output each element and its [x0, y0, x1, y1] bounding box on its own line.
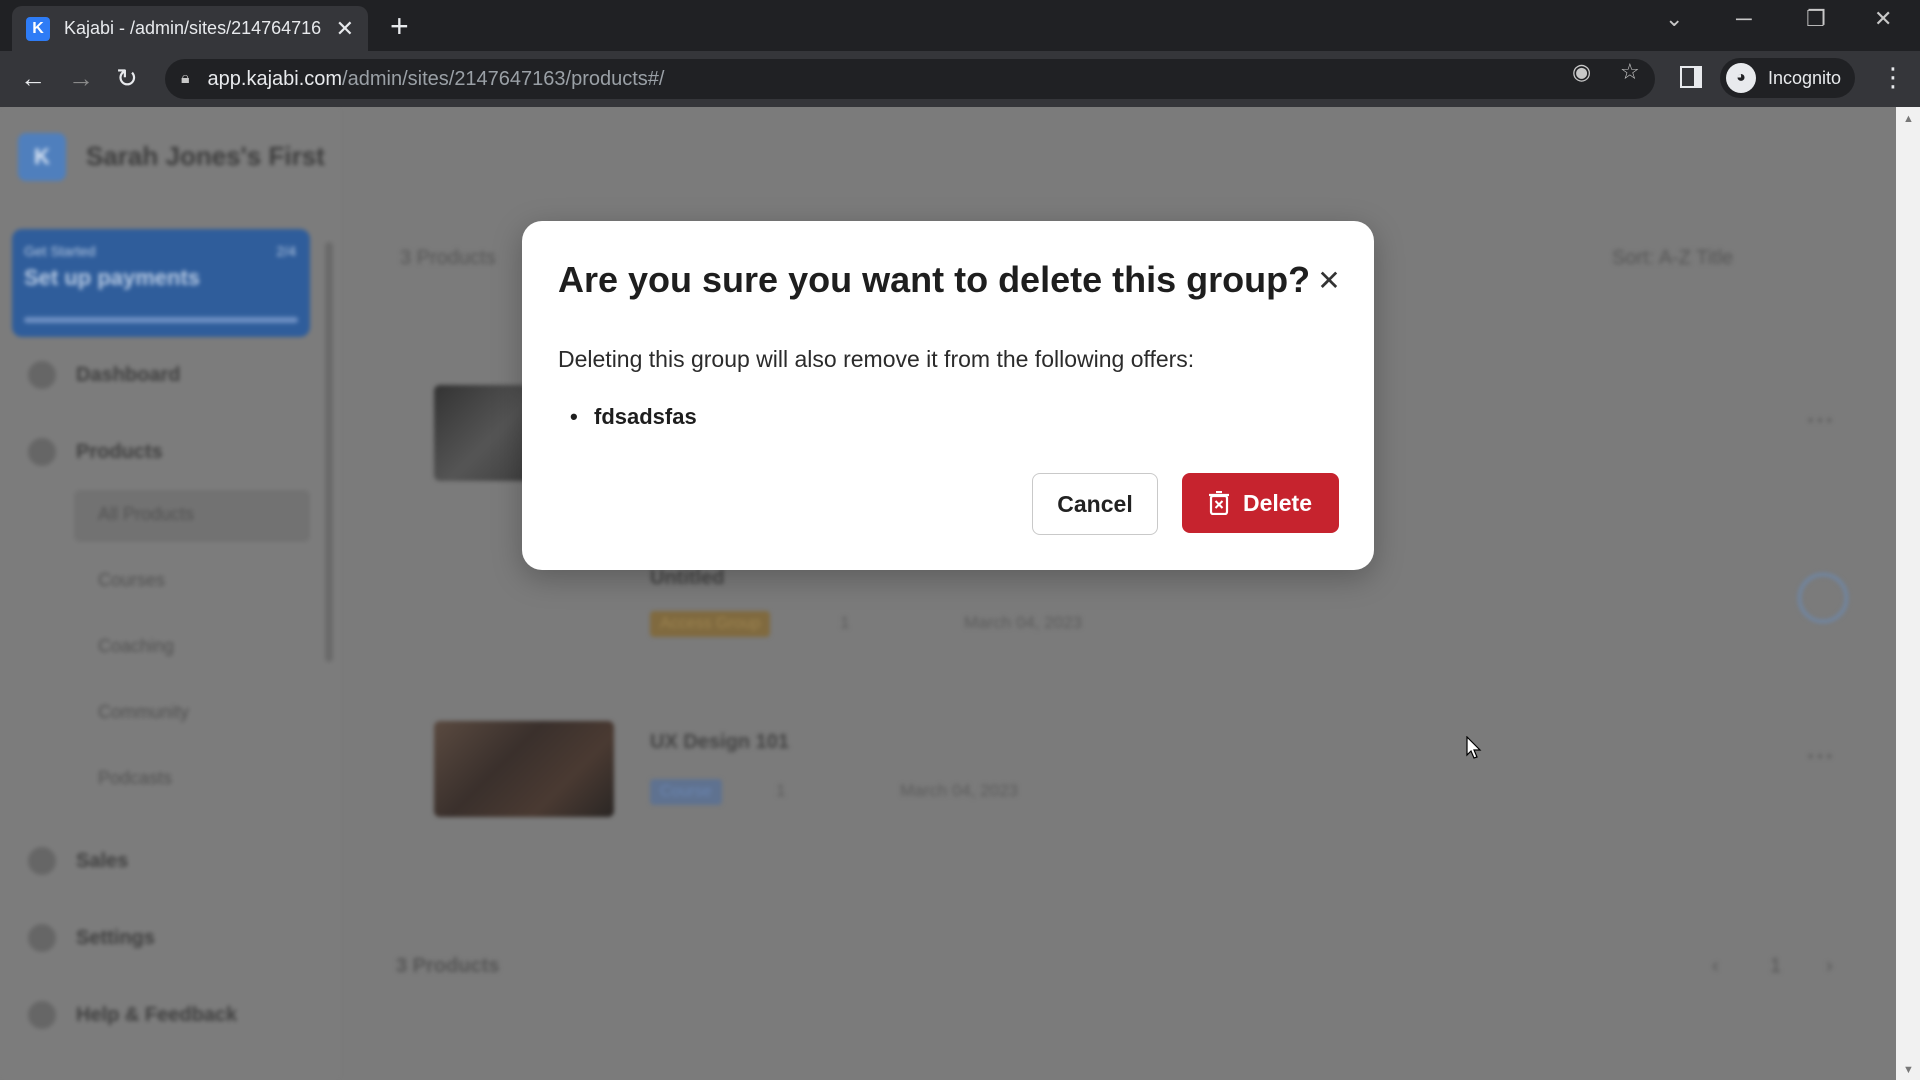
cancel-button[interactable]: Cancel — [1032, 473, 1158, 535]
products-icon — [28, 438, 56, 466]
offers-list: fdsadsfas — [594, 404, 697, 430]
tracking-eye-off-icon[interactable]: ◉ — [1572, 59, 1591, 85]
products-count-header: 3 Products — [400, 247, 496, 269]
tab-title: Kajabi - /admin/sites/214764716 — [64, 18, 322, 38]
reload-icon[interactable]: ↻ — [116, 63, 138, 94]
product-badge: Course — [650, 779, 722, 805]
incognito-profile[interactable]: ◕ Incognito — [1720, 58, 1856, 98]
sales-icon — [28, 847, 56, 875]
product-date: March 04, 2023 — [964, 613, 1083, 632]
scroll-down-icon[interactable]: ▼ — [1903, 1064, 1914, 1076]
sidebar-item-sales[interactable]: Sales — [28, 847, 128, 875]
promo-title: Set up payments — [24, 265, 201, 290]
side-panel-icon[interactable] — [1680, 66, 1702, 88]
delete-group-modal: Are you sure you want to delete this gro… — [522, 221, 1374, 570]
kajabi-favicon-icon: K — [26, 16, 50, 41]
lock-icon[interactable]: 🔒︎ — [181, 70, 190, 88]
scroll-up-icon[interactable]: ▲ — [1903, 113, 1914, 125]
browser-tabstrip: K Kajabi - /admin/sites/214764716 ✕ + ⌄ … — [0, 0, 1920, 51]
promo-kicker: Get Started — [24, 243, 96, 259]
product-thumbnail[interactable] — [434, 721, 614, 817]
browser-tab[interactable]: K Kajabi - /admin/sites/214764716 ✕ — [12, 6, 368, 51]
page-scrollbar[interactable]: ▲ ▼ — [1896, 107, 1920, 1080]
sidebar-scrollbar[interactable] — [325, 242, 333, 662]
site-logo: K — [18, 133, 66, 181]
sidebar-sub-all-products[interactable]: All Products — [98, 504, 194, 525]
modal-title: Are you sure you want to delete this gro… — [558, 259, 1311, 300]
product-members: 1 — [840, 613, 850, 632]
setup-payments-card[interactable]: Get Started Set up payments 2/4 — [12, 229, 310, 337]
site-name: Sarah Jones's First — [86, 141, 325, 171]
list-item: fdsadsfas — [594, 404, 697, 430]
browser-menu-icon[interactable]: ⋮ — [1880, 62, 1906, 93]
product-action-button[interactable] — [1798, 573, 1848, 623]
minimize-icon[interactable]: ─ — [1736, 6, 1752, 32]
bookmark-star-icon[interactable]: ☆ — [1620, 59, 1640, 85]
delete-button[interactable]: Delete — [1182, 473, 1339, 533]
more-options-icon[interactable]: ⋯ — [1806, 403, 1834, 436]
url-text: app.kajabi.com/admin/sites/2147647163/pr… — [207, 67, 665, 90]
delete-button-label: Delete — [1242, 489, 1313, 516]
mouse-cursor-icon — [1466, 736, 1482, 759]
sidebar-sub-coaching[interactable]: Coaching — [98, 636, 174, 657]
product-members: 1 — [776, 781, 786, 800]
sidebar-sub-courses[interactable]: Courses — [98, 570, 165, 591]
sidebar-item-products[interactable]: Products — [28, 438, 163, 466]
promo-progress-bar — [24, 317, 298, 323]
dashboard-icon — [28, 361, 56, 389]
browser-toolbar: ← → ↻ 🔒︎ app.kajabi.com/admin/sites/2147… — [0, 51, 1920, 107]
forward-icon[interactable]: → — [68, 63, 94, 94]
sidebar-sub-podcasts[interactable]: Podcasts — [98, 768, 172, 789]
restore-icon[interactable]: ❐ — [1806, 6, 1826, 32]
back-icon[interactable]: ← — [20, 63, 46, 94]
product-title[interactable]: UX Design 101 — [650, 731, 789, 754]
sidebar-item-settings[interactable]: Settings — [28, 924, 155, 952]
tab-close-icon[interactable]: ✕ — [336, 16, 354, 42]
modal-message: Deleting this group will also remove it … — [558, 346, 1195, 372]
page-number[interactable]: 1 — [1770, 955, 1781, 978]
sidebar: K Sarah Jones's First Get Started Set up… — [0, 107, 340, 1080]
more-options-icon[interactable]: ⋯ — [1806, 739, 1834, 772]
new-tab-icon[interactable]: + — [390, 8, 409, 45]
window-close-icon[interactable]: ✕ — [1874, 6, 1892, 32]
settings-icon — [28, 924, 56, 952]
product-date: March 04, 2023 — [900, 781, 1019, 800]
tab-search-chevron-icon[interactable]: ⌄ — [1665, 6, 1683, 32]
trash-icon — [1208, 491, 1229, 515]
help-icon — [28, 1001, 56, 1029]
incognito-icon: ◕ — [1726, 63, 1756, 93]
sidebar-item-dashboard[interactable]: Dashboard — [28, 361, 180, 389]
next-page-icon[interactable]: › — [1826, 955, 1833, 978]
footer-products-count: 3 Products — [396, 955, 500, 977]
address-bar[interactable]: 🔒︎ app.kajabi.com/admin/sites/2147647163… — [165, 59, 1655, 99]
product-title[interactable]: Untitled — [650, 567, 724, 590]
close-icon[interactable]: ✕ — [1312, 263, 1346, 297]
prev-page-icon[interactable]: ‹ — [1712, 955, 1719, 978]
sort-dropdown[interactable]: Sort: A-Z Title — [1612, 247, 1733, 270]
sidebar-sub-community[interactable]: Community — [98, 702, 189, 723]
sidebar-item-help[interactable]: Help & Feedback — [28, 1001, 237, 1029]
product-badge: Access Group — [650, 611, 771, 637]
incognito-label: Incognito — [1768, 67, 1842, 88]
promo-count: 2/4 — [276, 243, 296, 259]
